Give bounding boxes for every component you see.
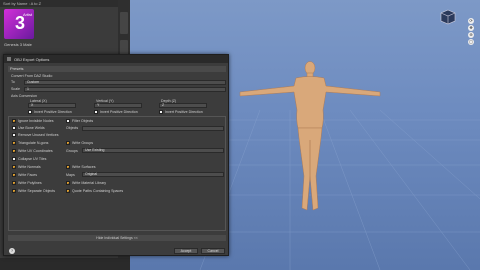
scale-label: Scale [11,87,20,91]
objects-field[interactable] [82,126,224,131]
write-uv-checkbox[interactable] [12,149,16,154]
presets-row[interactable]: Presets [8,66,226,72]
invert-z-checkbox[interactable] [159,110,163,114]
axis-conversion-label: Axis Conversion [11,94,37,98]
human-figure[interactable] [230,58,390,218]
write-normals-checkbox[interactable] [12,165,16,170]
view-cube-icon[interactable] [440,9,456,25]
quote-paths-checkbox[interactable] [66,189,70,194]
vertical-dropdown[interactable]: Y [94,103,142,108]
write-material-label: Write Material Library [72,181,107,185]
write-faces-label: Write Faces [18,173,38,177]
triangulate-checkbox[interactable] [12,141,16,146]
write-polylines-label: Write Polylines [18,181,42,185]
maps-dropdown[interactable]: Original [82,172,224,177]
thumb-artist: Artist [23,12,33,17]
filter-objects-label: Filter Objects [72,119,94,123]
use-bone-weld-checkbox[interactable] [12,126,16,130]
to-dropdown[interactable]: Custom [24,80,226,85]
write-surfaces-checkbox[interactable] [66,165,70,170]
depth-dropdown[interactable]: Z [159,103,207,108]
write-uv-label: Write UV Coordinates [18,149,53,153]
cancel-button[interactable]: Cancel [201,248,225,254]
write-material-checkbox[interactable] [66,181,70,186]
write-separate-label: Write Separate Objects [18,189,56,193]
pan-icon[interactable]: ✥ [468,25,474,31]
maps-label: Maps [66,173,75,177]
triangulate-label: Triangulate N-gons [18,141,49,145]
remove-unused-checkbox[interactable] [12,133,16,137]
quote-paths-label: Quote Paths Containing Spaces [72,189,124,193]
sort-dropdown[interactable]: Sort by Name : A to Z [0,0,129,7]
invert-x-checkbox[interactable] [28,110,32,114]
convert-label: Convert From DAZ Studio [11,74,53,78]
remove-unused-label: Remove Unused Vertices [18,133,59,137]
filter-objects-checkbox[interactable] [66,119,70,123]
scale-field[interactable]: 1 [24,87,226,92]
help-icon[interactable]: ? [9,248,15,254]
invert-z-label: Invert Positive Direction [165,110,203,114]
app-icon [7,57,11,61]
collapse-uv-label: Collapse UV Tiles [18,157,47,161]
collapse-uv-checkbox[interactable] [12,157,16,161]
ignore-invisible-label: Ignore Invisible Nodes [18,119,54,123]
groups-dropdown[interactable]: Use Existing [82,148,224,153]
invert-y-checkbox[interactable] [94,110,98,114]
lateral-dropdown[interactable]: X [28,103,76,108]
frame-icon[interactable]: ▢ [468,39,474,45]
use-bone-weld-label: Use Bone Welds [18,126,45,130]
write-surfaces-label: Write Surfaces [72,165,96,169]
dialog-titlebar[interactable]: OBJ Export Options [4,55,228,63]
write-groups-label: Write Groups [72,141,94,145]
accept-button[interactable]: Accept [174,248,198,254]
write-normals-label: Write Normals [18,165,41,169]
write-polylines-checkbox[interactable] [12,181,16,186]
hide-settings-button[interactable]: Hide Individual Settings << [8,235,226,241]
invert-x-label: Invert Positive Direction [34,110,72,114]
genesis-3-male-thumbnail[interactable]: 3 Artist [4,9,34,39]
rotate-icon[interactable]: ⟳ [468,18,474,24]
dialog-title: OBJ Export Options [14,56,50,62]
zoom-icon[interactable]: ⊕ [468,32,474,38]
panel-footer [0,258,130,270]
groups-label: Groups [66,149,78,153]
write-separate-checkbox[interactable] [12,189,16,194]
obj-export-dialog: OBJ Export Options Presets Convert From … [3,54,229,256]
invert-y-label: Invert Positive Direction [100,110,138,114]
side-tab-1[interactable] [120,12,128,34]
to-label: To [11,80,15,84]
write-groups-checkbox[interactable] [66,141,70,146]
thumb-caption: Genesis 3 Male [4,42,32,47]
ignore-invisible-checkbox[interactable] [12,119,16,124]
write-faces-checkbox[interactable] [12,173,16,178]
objects-label: Objects [66,126,79,130]
